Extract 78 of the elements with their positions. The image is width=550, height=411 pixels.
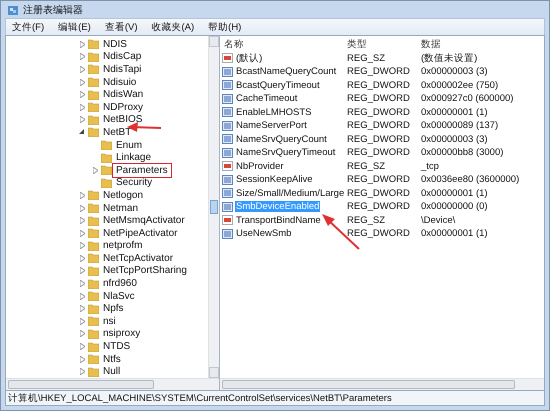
status-path: 计算机\HKEY_LOCAL_MACHINE\SYSTEM\CurrentControlSet\services\NetBT\Parameters	[8, 392, 392, 404]
value-name[interactable]: NameServerPort	[235, 120, 308, 132]
tree-item[interactable]: Npfs	[101, 303, 126, 314]
value-name[interactable]: NbProvider	[235, 160, 285, 172]
tree-item[interactable]: NlaSvc	[101, 290, 137, 302]
value-data: 0x00000003 (3)	[420, 66, 489, 78]
tree-item[interactable]: NetMsmqActivator	[101, 215, 187, 226]
tree-item[interactable]: NDProxy	[101, 102, 146, 113]
value-data: 0x00000001 (1)	[420, 228, 489, 240]
value-type: REG_SZ	[346, 160, 386, 172]
column-header[interactable]: 类型	[343, 38, 417, 52]
value-type: REG_DWORD	[346, 174, 411, 186]
value-name[interactable]: (默认)	[235, 52, 264, 65]
value-name[interactable]: BcastNameQueryCount	[235, 66, 338, 78]
value-name[interactable]: NameSrvQueryCount	[235, 134, 328, 145]
value-type: REG_DWORD	[346, 120, 411, 132]
tree-item[interactable]: Netlogon	[101, 190, 146, 201]
tree-item[interactable]: nsi	[101, 316, 118, 327]
value-data: 0x000002ee (750)	[420, 80, 500, 91]
tree-item[interactable]: Parameters	[114, 164, 170, 176]
tree-item[interactable]: Ndisuio	[101, 76, 138, 88]
value-name[interactable]: NameSrvQueryTimeout	[235, 147, 336, 158]
tree-item[interactable]: NetBT	[101, 126, 134, 138]
value-type: REG_SZ	[346, 52, 386, 64]
value-data: (数值未设置)	[420, 52, 478, 65]
value-data: 0x00000003 (3)	[420, 134, 489, 145]
value-name[interactable]: SessionKeepAlive	[235, 174, 314, 186]
tree-item[interactable]: NetBIOS	[101, 114, 144, 126]
value-name[interactable]: UseNewSmb	[235, 228, 292, 240]
value-name[interactable]: TransportBindName	[235, 214, 322, 226]
tree-item[interactable]: NetPipeActivator	[101, 228, 180, 239]
tree-item[interactable]: NdisTapi	[101, 64, 144, 75]
column-header[interactable]: 名称	[220, 38, 343, 52]
tree-item[interactable]: NetTcpActivator	[101, 252, 176, 264]
tree-item[interactable]: Enum	[114, 140, 144, 151]
value-type: REG_DWORD	[346, 106, 411, 118]
value-type: REG_DWORD	[346, 93, 411, 104]
value-name[interactable]: Size/Small/Medium/Large	[235, 188, 346, 199]
tree-item[interactable]: NetTcpPortSharing	[101, 265, 189, 276]
value-data: 0x00000001 (1)	[420, 106, 489, 118]
value-type: REG_DWORD	[346, 134, 411, 145]
tree-item[interactable]: nsiproxy	[101, 328, 142, 340]
column-header[interactable]: 数据	[417, 38, 544, 52]
value-data: 0x0036ee80 (3600000)	[420, 174, 520, 186]
value-type: REG_SZ	[346, 214, 386, 226]
menu-item[interactable]: 文件(F)	[6, 20, 50, 34]
tree-item[interactable]: NDIS	[101, 38, 129, 50]
value-type: REG_DWORD	[346, 201, 411, 212]
value-data: _tcp	[420, 160, 440, 172]
menu-item[interactable]: 收藏夹(A)	[145, 20, 200, 34]
tree-item[interactable]: NTDS	[101, 341, 132, 352]
tree-item[interactable]: Ntfs	[101, 354, 123, 365]
value-data: 0x000927c0 (600000)	[420, 93, 514, 104]
value-type: REG_DWORD	[346, 188, 411, 199]
value-type: REG_DWORD	[346, 228, 411, 240]
value-type: REG_DWORD	[346, 147, 411, 158]
value-name[interactable]: CacheTimeout	[235, 93, 298, 104]
menu-item[interactable]: 编辑(E)	[52, 20, 97, 34]
value-data: 0x00000bb8 (3000)	[420, 147, 504, 158]
window-title: 注册表编辑器	[23, 4, 83, 16]
tree-item[interactable]: Null	[101, 366, 122, 378]
tree-item[interactable]: netprofm	[101, 240, 144, 252]
value-data: \Device\	[420, 214, 456, 226]
tree-item[interactable]: Linkage	[114, 152, 154, 164]
tree-item[interactable]: NdisCap	[101, 51, 144, 62]
tree-item[interactable]: nfrd960	[101, 278, 139, 290]
value-name[interactable]: EnableLMHOSTS	[235, 106, 313, 118]
value-name[interactable]: BcastQueryTimeout	[235, 80, 321, 91]
menu-item[interactable]: 查看(V)	[98, 20, 144, 34]
tree-item[interactable]: NdisWan	[101, 89, 146, 100]
menu-item[interactable]: 帮助(H)	[202, 20, 248, 34]
value-data: 0x00000000 (0)	[420, 201, 489, 212]
value-type: REG_DWORD	[346, 66, 411, 78]
tree-item[interactable]: Security	[114, 177, 154, 188]
value-data: 0x00000089 (137)	[420, 120, 500, 132]
value-data: 0x00000001 (1)	[420, 188, 489, 199]
value-type: REG_DWORD	[346, 80, 411, 91]
tree-item[interactable]: Netman	[101, 202, 140, 214]
